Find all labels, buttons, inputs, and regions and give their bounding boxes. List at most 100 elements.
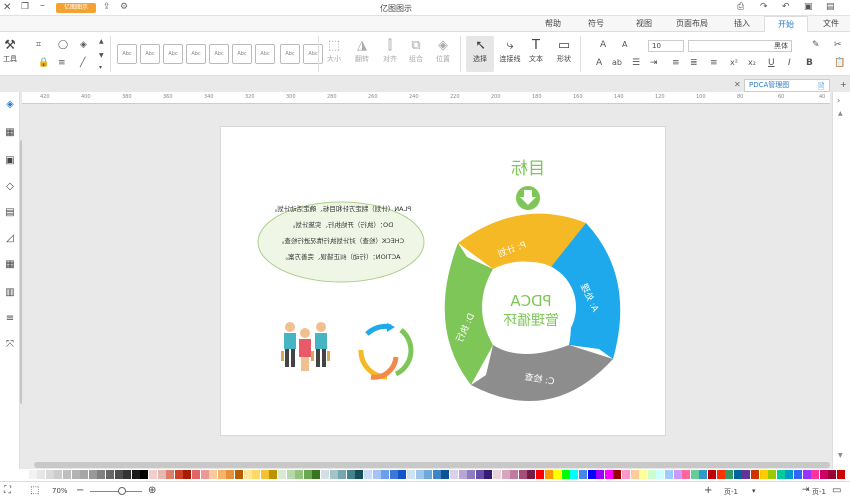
color-swatch[interactable] <box>682 470 691 479</box>
list-icon[interactable]: ☰ <box>632 58 640 68</box>
color-swatch[interactable] <box>725 470 734 479</box>
page-dropdown-icon[interactable]: ▾ <box>752 487 756 495</box>
bold-icon[interactable]: B <box>806 58 813 68</box>
color-swatch[interactable] <box>699 470 708 479</box>
color-swatch[interactable] <box>80 470 89 479</box>
style-preset-8[interactable]: Abc <box>280 44 300 64</box>
color-swatch[interactable] <box>570 470 579 479</box>
color-swatch[interactable] <box>54 470 63 479</box>
color-swatch[interactable] <box>484 470 493 479</box>
close-document-icon[interactable]: ✕ <box>734 80 741 89</box>
style-preset-3[interactable]: Abc <box>163 44 183 64</box>
connector-button[interactable]: ⤷ 连接线 <box>498 38 522 64</box>
tab-insert[interactable]: 插入 <box>724 16 760 32</box>
save-icon[interactable]: ▣ <box>804 2 813 12</box>
segment-check[interactable] <box>471 345 613 402</box>
tab-home[interactable]: 开始 <box>764 16 808 32</box>
settings-icon[interactable]: ⚙ <box>120 2 128 12</box>
table-panel-icon[interactable]: ▦ <box>3 258 17 272</box>
color-swatch[interactable] <box>269 470 278 479</box>
scroll-up-icon[interactable]: ▲ <box>99 38 104 45</box>
style-preset-4[interactable]: Abc <box>186 44 206 64</box>
color-swatch[interactable] <box>768 470 777 479</box>
grid-panel-icon[interactable]: ▦ <box>3 126 17 140</box>
line-style-icon[interactable]: ≡ <box>58 58 66 68</box>
color-swatch[interactable] <box>97 470 106 479</box>
color-swatch[interactable] <box>819 470 828 479</box>
zoom-slider-handle[interactable] <box>118 487 126 495</box>
color-swatch[interactable] <box>776 470 785 479</box>
color-swatch[interactable] <box>226 470 235 479</box>
zoom-slider[interactable] <box>90 491 142 492</box>
color-swatch[interactable] <box>286 470 295 479</box>
expand-panel-icon[interactable]: ⤧ <box>3 338 17 352</box>
style-preset-7[interactable]: Abc <box>255 44 275 64</box>
color-swatch[interactable] <box>510 470 519 479</box>
close-icon[interactable]: ✕ <box>3 2 11 13</box>
page-selector[interactable]: 页-1 <box>724 487 738 497</box>
align-button[interactable]: ⫿ 对齐 <box>380 38 400 64</box>
tab-file[interactable]: 文件 <box>812 16 850 32</box>
color-swatch[interactable] <box>364 470 372 479</box>
color-swatch[interactable] <box>837 470 845 479</box>
color-swatch[interactable] <box>312 470 321 479</box>
zoom-out-icon[interactable]: − <box>76 485 84 496</box>
color-swatch[interactable] <box>200 470 209 479</box>
underline-icon[interactable]: U <box>768 58 775 68</box>
color-swatch[interactable] <box>587 470 596 479</box>
color-swatch[interactable] <box>424 470 433 479</box>
tab-symbols[interactable]: 符号 <box>578 16 614 32</box>
minimize-icon[interactable]: – <box>40 0 45 11</box>
indent-icon[interactable]: ⇥ <box>650 58 658 68</box>
color-swatch[interactable] <box>45 470 54 479</box>
increase-font-icon[interactable]: A <box>600 40 606 50</box>
scissors-icon[interactable]: ✂ <box>834 40 842 50</box>
restore-icon[interactable]: ❐ <box>21 2 29 12</box>
text-align-center-icon[interactable]: ≣ <box>690 58 698 68</box>
shape-button[interactable]: ▭ 形状 <box>554 38 574 64</box>
scroll-down-arrow-icon[interactable]: ▼ <box>838 452 843 459</box>
tab-view[interactable]: 视图 <box>626 16 662 32</box>
decrease-font-icon[interactable]: A <box>622 40 627 49</box>
clipboard-icon[interactable]: 📋 <box>834 58 845 68</box>
color-swatch[interactable] <box>647 470 656 479</box>
color-swatch[interactable] <box>37 470 46 479</box>
subscript-icon[interactable]: x₂ <box>748 58 756 67</box>
color-swatch[interactable] <box>295 470 304 479</box>
style-preset-9[interactable]: Abc <box>303 44 323 64</box>
fullscreen-icon[interactable]: ⛶ <box>4 485 11 496</box>
color-swatch[interactable] <box>716 470 725 479</box>
color-swatch[interactable] <box>467 470 476 479</box>
chart-panel-icon[interactable]: ◿ <box>3 232 17 246</box>
zoom-level[interactable]: 70% <box>52 487 68 495</box>
color-swatch[interactable] <box>544 470 553 479</box>
color-swatch[interactable] <box>398 470 407 479</box>
color-swatch[interactable] <box>381 470 390 479</box>
add-page-button[interactable]: + <box>704 485 712 496</box>
layers-panel-icon[interactable]: ◇ <box>3 180 17 194</box>
color-swatch[interactable] <box>140 470 149 479</box>
superscript-icon[interactable]: x² <box>730 58 738 67</box>
color-swatch[interactable] <box>28 470 37 479</box>
page-nav-icon[interactable]: ⇥ <box>802 485 810 495</box>
fit-page-icon[interactable]: ⬚ <box>30 485 39 496</box>
color-swatch[interactable] <box>553 470 562 479</box>
color-swatch[interactable] <box>493 470 501 479</box>
color-swatch[interactable] <box>501 470 510 479</box>
color-swatch[interactable] <box>441 470 450 479</box>
color-swatch[interactable] <box>217 470 226 479</box>
color-swatch[interactable] <box>622 470 630 479</box>
text-button[interactable]: T 文本 <box>526 38 546 64</box>
text-align-right-icon[interactable]: ≡ <box>710 58 718 68</box>
scroll-up-arrow-icon[interactable]: ▲ <box>838 110 843 117</box>
style-preset-2[interactable]: Abc <box>140 44 160 64</box>
color-swatch[interactable] <box>665 470 673 479</box>
horizontal-scrollbar[interactable] <box>34 462 830 468</box>
group-button[interactable]: ⧉ 组合 <box>406 38 426 64</box>
color-swatch[interactable] <box>106 470 114 479</box>
color-swatch[interactable] <box>166 470 175 479</box>
color-swatch[interactable] <box>20 470 28 479</box>
color-swatch[interactable] <box>183 470 192 479</box>
color-swatch[interactable] <box>114 470 123 479</box>
circle-icon[interactable]: ◯ <box>58 40 68 50</box>
